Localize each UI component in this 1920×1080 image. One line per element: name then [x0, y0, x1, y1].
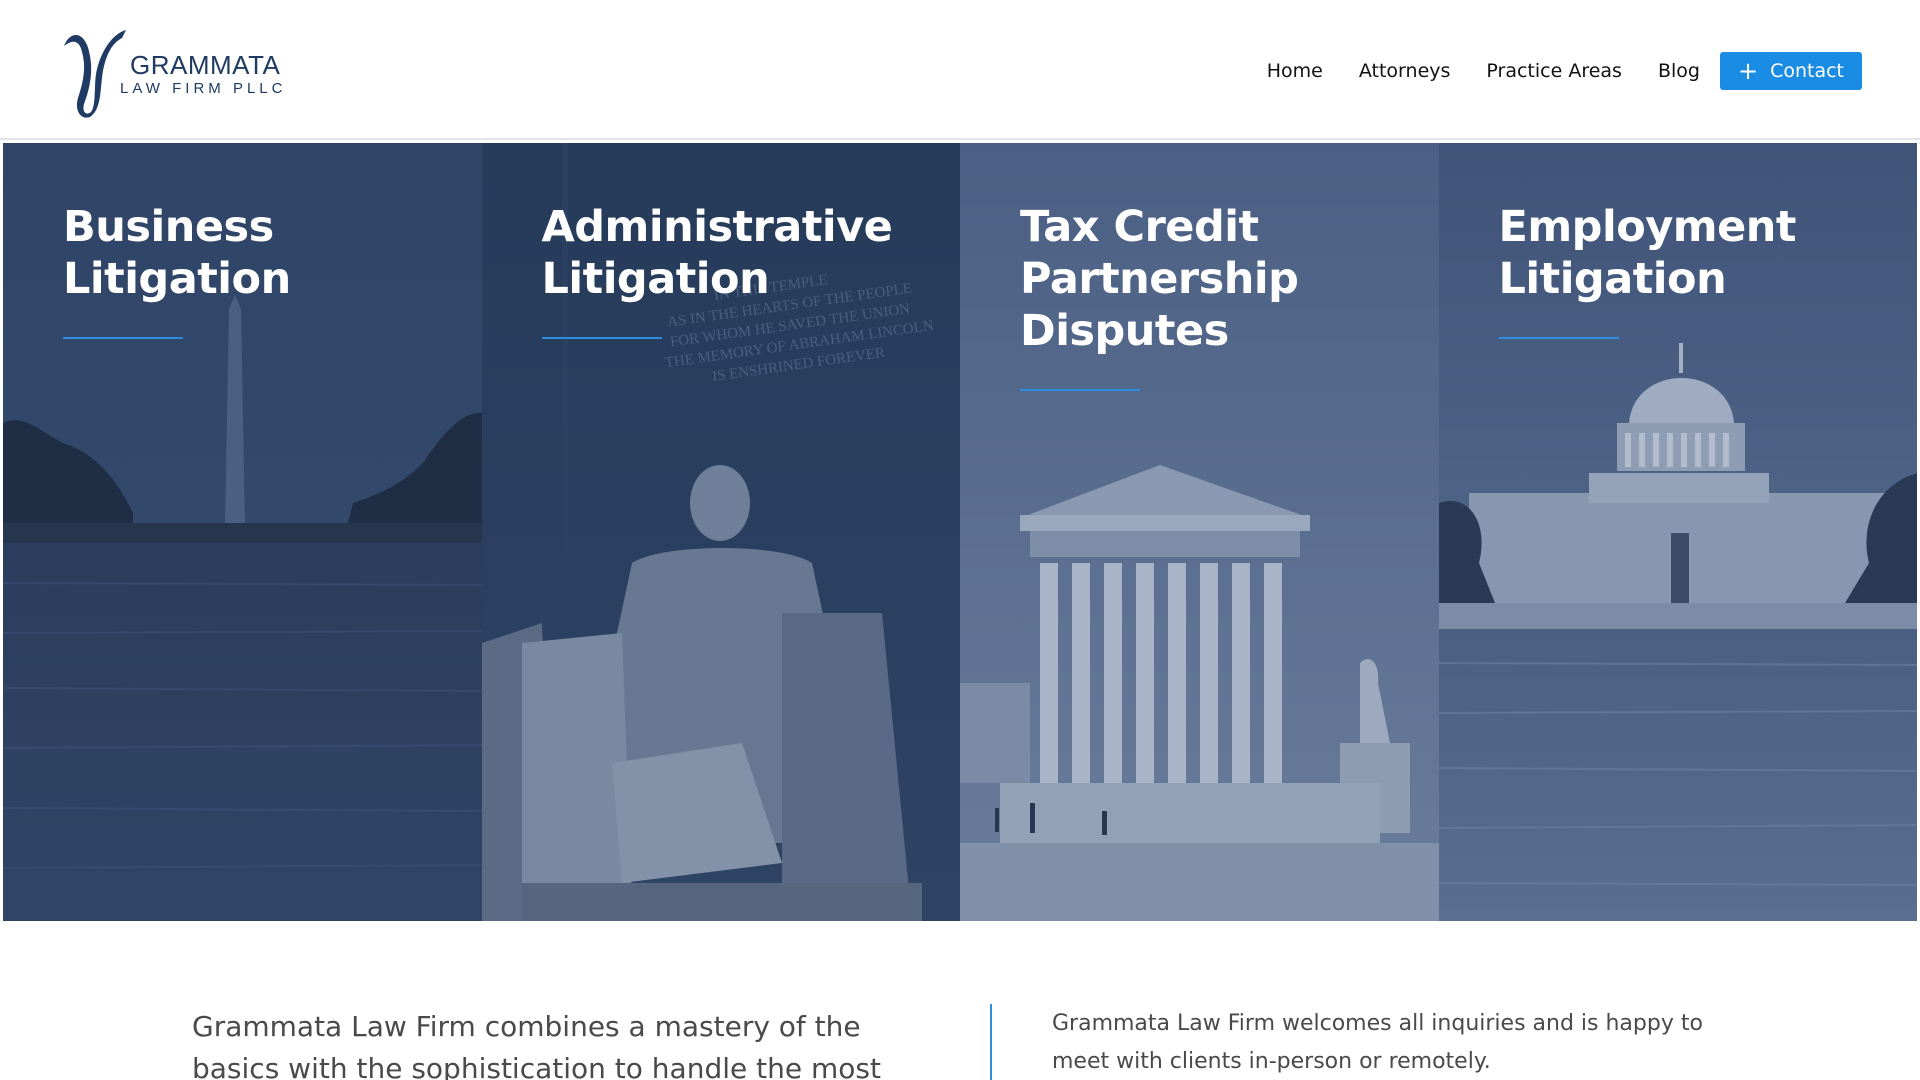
nav-home[interactable]: Home: [1267, 60, 1323, 82]
panel-title: Administrative Litigation: [541, 202, 893, 304]
contact-button[interactable]: + Contact: [1719, 52, 1862, 90]
brand-name: GRAMMATA: [130, 50, 281, 80]
panel-business-litigation[interactable]: Business Litigation: [3, 143, 482, 921]
panel-title: Tax Credit Partnership Disputes: [1020, 202, 1299, 356]
brand-subtitle: LAW FIRM PLLC: [120, 80, 287, 97]
panel-title: Business Litigation: [63, 202, 291, 304]
intro-right-text: Grammata Law Firm welcomes all inquiries…: [1052, 1011, 1703, 1074]
panel-administrative-litigation[interactable]: IN THIS TEMPLE AS IN THE HEARTS OF THE P…: [481, 143, 960, 921]
panel-tax-credit-partnership-disputes[interactable]: Tax Credit Partnership Disputes: [960, 143, 1439, 921]
nav-blog[interactable]: Blog: [1658, 60, 1700, 82]
gamma-letter-icon: [64, 30, 126, 118]
panel-rule: [1498, 337, 1619, 339]
panel-title: Employment Litigation: [1498, 202, 1797, 304]
panel-rule: [63, 337, 183, 339]
main-nav: Home Attorneys Practice Areas Blog + Con…: [1267, 52, 1862, 90]
nav-attorneys[interactable]: Attorneys: [1359, 60, 1451, 82]
panel-rule: [541, 337, 662, 339]
logo[interactable]: GRAMMATA LAW FIRM PLLC: [60, 26, 290, 118]
practice-area-panels: Business Litigation IN THIS TEMPLE AS IN…: [3, 143, 1917, 921]
plus-icon: +: [1737, 57, 1759, 85]
panel-rule: [1020, 389, 1140, 391]
vertical-divider: [990, 1004, 992, 1080]
site-header: GRAMMATA LAW FIRM PLLC Home Attorneys Pr…: [0, 0, 1920, 140]
panel-employment-litigation[interactable]: Employment Litigation: [1438, 143, 1917, 921]
contact-label: Contact: [1770, 60, 1844, 82]
intro-left-text: Grammata Law Firm combines a mastery of …: [192, 1010, 881, 1080]
nav-practice-areas[interactable]: Practice Areas: [1486, 60, 1622, 82]
